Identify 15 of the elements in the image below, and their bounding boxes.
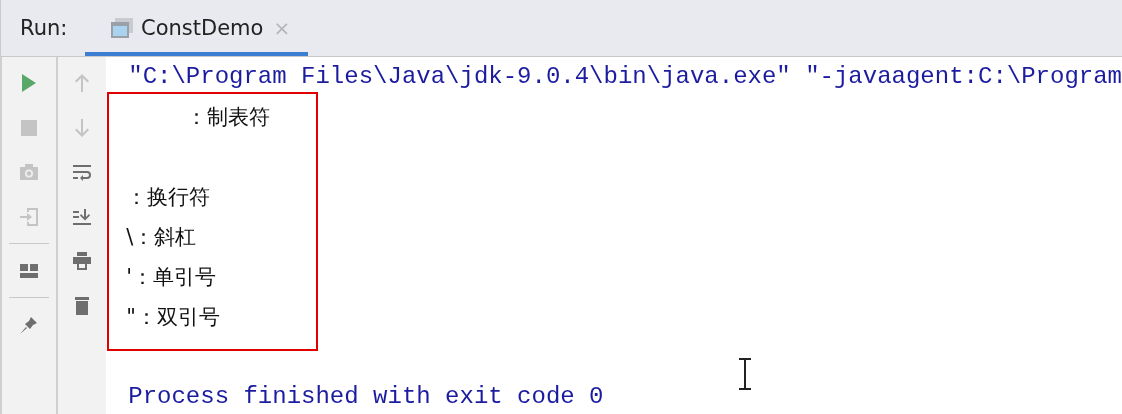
run-tab[interactable]: ConstDemo × [85,4,309,56]
text-cursor-icon [738,358,753,390]
console-window-icon [111,18,133,38]
print-icon[interactable] [71,251,92,271]
scroll-to-end-icon[interactable] [71,206,92,227]
soft-wrap-icon[interactable] [71,162,92,182]
exit-message: Process finished with exit code 0 [128,382,605,412]
output-line: "：双引号 [126,304,220,331]
pin-icon[interactable] [18,314,39,335]
command-line: "C:\Program Files\Java\jdk-9.0.4\bin\java.exe" "-javaagent:C:\Program [128,62,1122,92]
output-line: ：制表符 [185,104,271,131]
panel-label: Run: [19,15,69,42]
output-line: ：换行符 [126,184,211,211]
output-line: '：单引号 [126,264,216,291]
output-line: \：斜杠 [126,224,197,251]
